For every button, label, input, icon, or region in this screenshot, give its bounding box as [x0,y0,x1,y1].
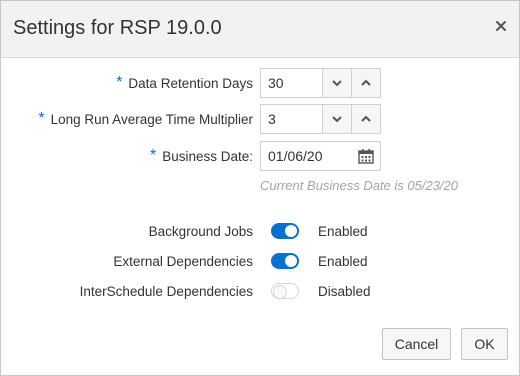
toggle-state: Enabled [318,224,368,239]
decrement-button[interactable] [322,104,352,134]
switch-knob [285,255,297,267]
business-date-hint: Current Business Date is 05/23/20 [260,178,458,193]
toggle-background-jobs: Background Jobs Enabled [1,221,519,243]
ok-button[interactable]: OK [461,328,508,360]
toggle-label: Background Jobs [148,224,253,239]
toggle-external-dependencies: External Dependencies Enabled [1,251,519,273]
chevron-down-icon [332,80,342,87]
multiplier-input[interactable] [268,111,323,127]
business-date-row: * Business Date: [1,141,519,171]
retention-input[interactable] [268,75,323,91]
business-date-input[interactable] [268,148,353,164]
dialog-title: Settings for RSP 19.0.0 [13,17,222,39]
close-icon[interactable] [493,18,509,34]
retention-label-text: Data Retention Days [128,76,253,91]
multiplier-label: * Long Run Average Time Multiplier [38,110,253,129]
background-jobs-switch[interactable] [271,223,299,239]
chevron-down-icon [332,116,342,123]
chevron-up-icon [361,79,371,86]
multiplier-label-text: Long Run Average Time Multiplier [50,112,253,127]
business-date-field [260,141,381,171]
business-date-label: * Business Date: [149,147,253,166]
switch-knob [285,225,297,237]
external-dependencies-switch[interactable] [271,253,299,269]
required-marker: * [116,74,123,91]
required-marker: * [149,147,157,164]
retention-field [260,68,381,98]
increment-button[interactable] [351,68,381,98]
decrement-button[interactable] [322,68,352,98]
multiplier-field [260,104,381,134]
calendar-icon[interactable] [358,148,374,164]
increment-button[interactable] [351,104,381,134]
required-marker: * [38,110,45,127]
cancel-button[interactable]: Cancel [382,328,451,360]
toggle-state: Disabled [318,284,371,299]
interschedule-dependencies-switch[interactable] [271,283,299,299]
toggle-label: InterSchedule Dependencies [79,284,253,299]
dialog-header: Settings for RSP 19.0.0 [1,1,519,58]
retention-label: * Data Retention Days [116,74,253,93]
multiplier-row: * Long Run Average Time Multiplier [1,104,519,134]
settings-dialog: Settings for RSP 19.0.0 * Data Retention … [0,0,520,376]
toggle-state: Enabled [318,254,368,269]
chevron-up-icon [361,115,371,122]
toggle-label: External Dependencies [113,254,253,269]
retention-row: * Data Retention Days [1,68,519,98]
toggle-interschedule-dependencies: InterSchedule Dependencies Disabled [1,281,519,303]
switch-knob [273,285,287,299]
business-date-label-text: Business Date: [162,149,253,164]
